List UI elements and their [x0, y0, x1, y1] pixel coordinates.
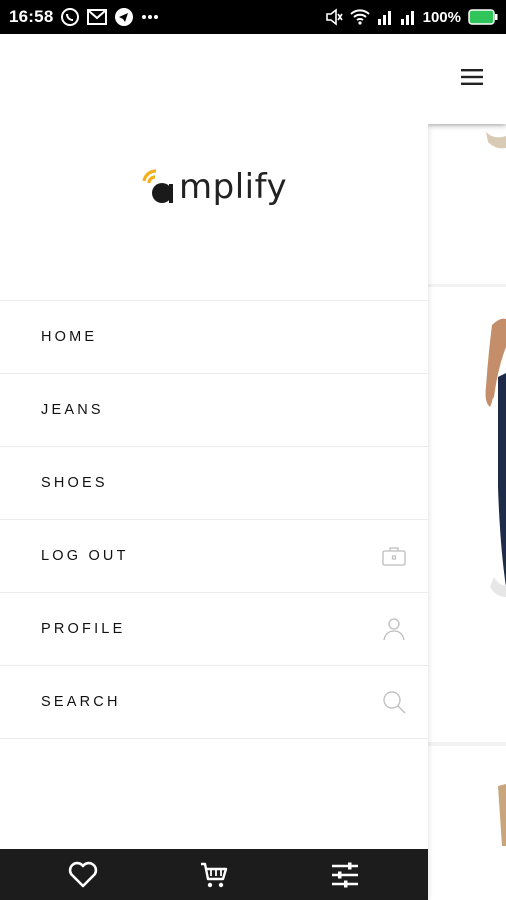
search-icon: [382, 690, 406, 714]
menu-item-label: HOME: [41, 329, 98, 345]
logo-text: mplify: [179, 167, 288, 207]
telegram-icon: [114, 7, 134, 27]
menu-item-log-out[interactable]: LOG OUT: [0, 520, 428, 593]
mute-icon: [325, 8, 343, 26]
brand-logo: mplify: [141, 162, 287, 212]
product-image: [486, 132, 506, 149]
menu-item-label: LOG OUT: [41, 548, 129, 564]
content-peek: [428, 34, 506, 900]
heart-icon: [69, 861, 98, 888]
menu-item-label: SHOES: [41, 475, 108, 491]
menu-item-label: PROFILE: [41, 621, 126, 637]
menu-item-label: JEANS: [41, 402, 104, 418]
bottom-toolbar: [0, 849, 428, 900]
signal-icon: [377, 9, 393, 25]
signal-icon: [400, 9, 416, 25]
navigation-drawer: mplify HOME JEANS SHOES LOG OUT PROFILE …: [0, 34, 428, 900]
menu-item-search[interactable]: SEARCH: [0, 666, 428, 739]
filter-button[interactable]: [315, 855, 375, 895]
product-card[interactable]: [428, 126, 506, 284]
product-card[interactable]: [428, 746, 506, 900]
status-bar: 16:58 100%: [0, 0, 506, 34]
product-image: [485, 318, 506, 597]
more-dots-icon: [141, 14, 159, 20]
cart-button[interactable]: [184, 855, 244, 895]
battery-percent: 100%: [422, 8, 461, 26]
menu-item-jeans[interactable]: JEANS: [0, 374, 428, 447]
menu-item-profile[interactable]: PROFILE: [0, 593, 428, 666]
product-image: [498, 784, 506, 846]
whatsapp-icon: [60, 7, 80, 27]
menu-item-shoes[interactable]: SHOES: [0, 447, 428, 520]
cart-icon: [200, 862, 228, 887]
app-header: [428, 34, 506, 124]
wishlist-button[interactable]: [53, 855, 113, 895]
drawer-menu: HOME JEANS SHOES LOG OUT PROFILE SEARCH: [0, 300, 428, 739]
product-card[interactable]: [428, 287, 506, 742]
battery-icon: [468, 9, 498, 25]
status-time: 16:58: [9, 7, 54, 26]
briefcase-icon: [382, 546, 406, 566]
menu-item-home[interactable]: HOME: [0, 301, 428, 374]
hamburger-icon[interactable]: [460, 68, 484, 91]
gmail-icon: [87, 8, 108, 26]
menu-item-label: SEARCH: [41, 694, 121, 710]
wifi-icon: [349, 9, 370, 25]
logo-mark-icon: [142, 169, 173, 203]
filter-icon: [331, 862, 358, 887]
person-icon: [382, 617, 406, 641]
